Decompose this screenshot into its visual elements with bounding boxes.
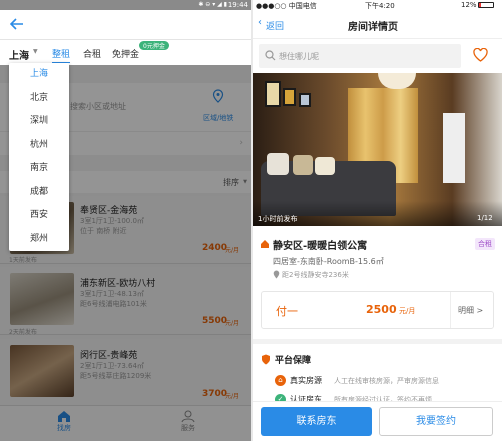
tab-no-deposit[interactable]: 免押金 (112, 47, 139, 60)
photo-counter: 1/12 (477, 214, 493, 222)
back-button[interactable]: 返回 (266, 19, 284, 32)
payment-divider (450, 292, 451, 328)
status-carrier: ●●●○○ 中国电信 (256, 2, 317, 10)
verified-house-icon: ⌂ (275, 375, 286, 386)
room-photo[interactable]: 1小时前发布 1/12 (253, 73, 502, 226)
city-option-chengdu[interactable]: 成都 (9, 181, 69, 205)
photo-frame (299, 93, 311, 107)
payment-plan: 付一 (276, 305, 298, 318)
photo-caption: 1小时前发布 (258, 215, 298, 223)
list-screen: ✱ ⊖ ▾ ◢ ▮ 19:44 上海 ▼ 整租 合租 免押金 0元押金 搜索小区… (0, 0, 251, 441)
city-option-nanjing[interactable]: 南京 (9, 157, 69, 181)
listing-detail: 四居室-东南卧-RoomB-15.6㎡ (273, 257, 384, 266)
status-time: 下午4:20 (365, 2, 395, 10)
city-dropdown: 上海 北京 深圳 杭州 南京 成都 西安 郑州 (9, 63, 69, 251)
guarantee-item-label: 真实房源 (290, 376, 322, 385)
nav-bar: ‹ 返回 房间详情页 (253, 11, 502, 39)
city-option-xian[interactable]: 西安 (9, 204, 69, 228)
search-input[interactable]: 想住哪儿呢 (279, 51, 319, 62)
photo-frame (265, 81, 281, 107)
sign-contract-button[interactable]: 我要签约 (379, 407, 493, 436)
search-bar[interactable]: 想住哪儿呢 (259, 44, 461, 68)
status-bar: ✱ ⊖ ▾ ◢ ▮ 19:44 (0, 0, 251, 10)
shield-icon (261, 354, 271, 365)
payment-box[interactable]: 付一 2500 元/月 明细 > (261, 291, 494, 329)
status-icons: ✱ ⊖ ▾ ◢ ▮ (198, 1, 227, 8)
city-option-beijing[interactable]: 北京 (9, 87, 69, 111)
section-divider (253, 339, 502, 344)
caret-down-icon: ▼ (33, 48, 38, 55)
status-time: 19:44 (227, 1, 248, 9)
payment-price: 2500 (366, 303, 397, 316)
shared-tag: 合租 (475, 238, 495, 250)
tab-shared-rent[interactable]: 合租 (83, 47, 101, 60)
guarantee-title: 平台保障 (275, 356, 312, 366)
heart-icon[interactable] (473, 48, 488, 62)
photo-cushion (293, 155, 313, 175)
house-icon (260, 239, 270, 249)
photo-ac-unit (443, 113, 465, 183)
filter-tabs: 上海 ▼ 整租 合租 免押金 0元押金 (0, 40, 251, 65)
tab-whole-rent[interactable]: 整租 (52, 47, 71, 63)
photo-frame (283, 88, 296, 106)
action-bar: 联系房东 我要签约 (253, 401, 502, 441)
status-bar: ●●●○○ 中国电信 下午4:20 12% (253, 0, 502, 11)
back-chevron-icon[interactable]: ‹ (258, 17, 262, 28)
city-option-shanghai[interactable]: 上海 (9, 63, 69, 87)
photo-cushion (267, 153, 289, 175)
city-option-zhengzhou[interactable]: 郑州 (9, 228, 69, 252)
back-arrow-icon[interactable] (10, 18, 24, 30)
no-deposit-badge: 0元押金 (139, 41, 169, 50)
city-selector[interactable]: 上海 (9, 47, 29, 62)
city-option-hangzhou[interactable]: 杭州 (9, 134, 69, 158)
status-battery: 12% (461, 1, 477, 9)
contact-landlord-button[interactable]: 联系房东 (261, 407, 372, 436)
guarantee-item-desc: 人工在线审核房源，严审房源信息 (334, 377, 439, 385)
listing-title: 静安区-暖暖白领公寓 (273, 241, 368, 252)
listing-location: 距2号线静安寺236米 (282, 271, 349, 279)
city-option-shenzhen[interactable]: 深圳 (9, 110, 69, 134)
detail-screen: ●●●○○ 中国电信 下午4:20 12% ‹ 返回 房间详情页 想住哪儿呢 1… (253, 0, 502, 441)
photo-cushion (315, 157, 335, 175)
payment-unit: 元/月 (399, 307, 416, 315)
battery-icon (478, 2, 494, 8)
payment-details-link[interactable]: 明细 > (458, 305, 483, 316)
top-bar (0, 10, 251, 40)
page-title: 房间详情页 (348, 22, 398, 33)
search-icon (265, 50, 276, 61)
location-pin-icon (273, 270, 280, 279)
